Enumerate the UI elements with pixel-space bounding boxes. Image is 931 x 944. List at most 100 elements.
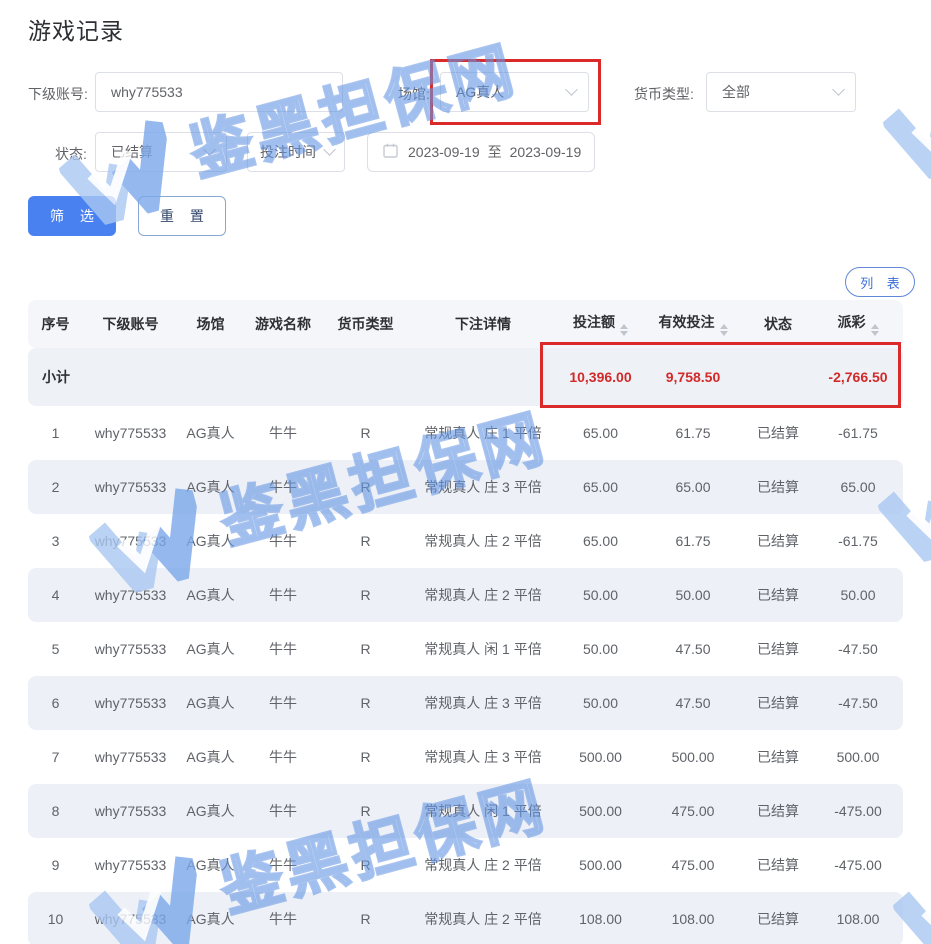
cell-game: 牛牛 xyxy=(243,568,323,622)
column-header-status: 状态 xyxy=(743,300,813,348)
cell-detail: 常规真人 庄 2 平倍 xyxy=(408,892,558,944)
cell-valid_bet: 47.50 xyxy=(643,622,743,676)
cell-currency: R xyxy=(323,622,408,676)
cell-payout: -47.50 xyxy=(813,622,903,676)
calendar-icon xyxy=(383,143,398,161)
column-header-venue: 场馆 xyxy=(178,300,243,348)
cell-payout: 50.00 xyxy=(813,568,903,622)
column-header-payout[interactable]: 派彩 xyxy=(813,300,903,348)
column-header-currency: 货币类型 xyxy=(323,300,408,348)
cell-game: 牛牛 xyxy=(243,892,323,944)
cell-valid_bet: 61.75 xyxy=(643,406,743,460)
chevron-down-icon xyxy=(323,143,336,156)
chevron-down-icon xyxy=(832,83,845,96)
column-header-detail: 下注详情 xyxy=(408,300,558,348)
cell-status: 已结算 xyxy=(743,406,813,460)
cell-bet_amount: 500.00 xyxy=(558,730,643,784)
cell-bet_amount: 65.00 xyxy=(558,406,643,460)
cell-detail: 常规真人 庄 1 平倍 xyxy=(408,406,558,460)
cell-status: 已结算 xyxy=(743,676,813,730)
column-header-bet_amount[interactable]: 投注额 xyxy=(558,300,643,348)
cell-payout: -475.00 xyxy=(813,784,903,838)
cell-valid_bet: 475.00 xyxy=(643,838,743,892)
cell-currency: R xyxy=(323,784,408,838)
cell-bet_amount: 50.00 xyxy=(558,568,643,622)
cell-account: why775533 xyxy=(83,460,178,514)
cell-bet_amount: 65.00 xyxy=(558,514,643,568)
cell-venue: AG真人 xyxy=(178,784,243,838)
cell-status: 已结算 xyxy=(743,622,813,676)
account-input-value: why775533 xyxy=(111,84,330,100)
cell-no: 2 xyxy=(28,460,83,514)
cell-venue: AG真人 xyxy=(178,406,243,460)
cell-payout: -61.75 xyxy=(813,406,903,460)
cell-account: why775533 xyxy=(83,892,178,944)
cell-account: why775533 xyxy=(83,568,178,622)
cell-payout: 108.00 xyxy=(813,892,903,944)
page-title: 游戏记录 xyxy=(28,12,124,46)
column-label: 下级账号 xyxy=(103,316,159,332)
cell-currency: R xyxy=(323,892,408,944)
cell-game: 牛牛 xyxy=(243,676,323,730)
cell-account: why775533 xyxy=(83,622,178,676)
cell-game: 牛牛 xyxy=(243,622,323,676)
cell-game: 牛牛 xyxy=(243,514,323,568)
cell-bet_amount: 500.00 xyxy=(558,784,643,838)
cell-bet_amount: 500.00 xyxy=(558,838,643,892)
table-row: 2why775533AG真人牛牛R常规真人 庄 3 平倍65.0065.00已结… xyxy=(28,460,903,514)
cell-valid_bet: 65.00 xyxy=(643,460,743,514)
cell-currency: R xyxy=(323,730,408,784)
column-label: 序号 xyxy=(42,316,70,332)
cell-payout: 65.00 xyxy=(813,460,903,514)
subtotal-label: 小计 xyxy=(28,348,558,406)
cell-venue: AG真人 xyxy=(178,622,243,676)
cell-payout: -61.75 xyxy=(813,514,903,568)
cell-venue: AG真人 xyxy=(178,568,243,622)
watermark: 鉴黑担保网 xyxy=(50,13,528,232)
table-row: 5why775533AG真人牛牛R常规真人 闲 1 平倍50.0047.50已结… xyxy=(28,622,903,676)
cell-bet_amount: 108.00 xyxy=(558,892,643,944)
cell-bet_amount: 50.00 xyxy=(558,622,643,676)
cell-status: 已结算 xyxy=(743,784,813,838)
cell-detail: 常规真人 庄 2 平倍 xyxy=(408,568,558,622)
cell-detail: 常规真人 庄 2 平倍 xyxy=(408,838,558,892)
cell-game: 牛牛 xyxy=(243,838,323,892)
column-header-game: 游戏名称 xyxy=(243,300,323,348)
venue-select[interactable]: AG真人 xyxy=(440,72,589,112)
cell-currency: R xyxy=(323,514,408,568)
sort-caret-icon[interactable] xyxy=(620,324,628,336)
cell-currency: R xyxy=(323,568,408,622)
reset-button[interactable]: 重 置 xyxy=(138,196,226,236)
date-end: 2023-09-19 xyxy=(510,144,582,160)
cell-no: 1 xyxy=(28,406,83,460)
cell-account: why775533 xyxy=(83,784,178,838)
account-input[interactable]: why775533 xyxy=(95,72,343,112)
sort-caret-icon[interactable] xyxy=(871,324,879,336)
cell-valid_bet: 47.50 xyxy=(643,676,743,730)
cell-valid_bet: 475.00 xyxy=(643,784,743,838)
bet-time-select-value: 投注时间 xyxy=(260,142,325,162)
cell-payout: 500.00 xyxy=(813,730,903,784)
game-records-page: 游戏记录 下级账号: why775533 场馆: AG真人 货币类型: 全部 状… xyxy=(0,0,931,944)
column-header-valid_bet[interactable]: 有效投注 xyxy=(643,300,743,348)
currency-label: 货币类型: xyxy=(634,84,694,104)
venue-label: 场馆: xyxy=(398,84,430,104)
bet-time-select[interactable]: 投注时间 xyxy=(247,132,345,172)
column-label: 有效投注 xyxy=(659,314,715,330)
currency-select[interactable]: 全部 xyxy=(706,72,856,112)
subtotal-row: 小计 10,396.00 9,758.50 -2,766.50 xyxy=(28,348,903,406)
status-select[interactable]: 已结算 xyxy=(95,132,227,172)
date-range-picker[interactable]: 2023-09-19 至 2023-09-19 xyxy=(367,132,595,172)
cell-detail: 常规真人 闲 1 平倍 xyxy=(408,622,558,676)
account-label: 下级账号: xyxy=(28,84,88,104)
cell-detail: 常规真人 闲 1 平倍 xyxy=(408,784,558,838)
cell-venue: AG真人 xyxy=(178,838,243,892)
list-view-button[interactable]: 列 表 xyxy=(845,267,915,297)
cell-venue: AG真人 xyxy=(178,892,243,944)
filter-button[interactable]: 筛 选 xyxy=(28,196,116,236)
cell-account: why775533 xyxy=(83,838,178,892)
column-label: 场馆 xyxy=(197,316,225,332)
sort-caret-icon[interactable] xyxy=(720,324,728,336)
cell-status: 已结算 xyxy=(743,514,813,568)
cell-account: why775533 xyxy=(83,406,178,460)
